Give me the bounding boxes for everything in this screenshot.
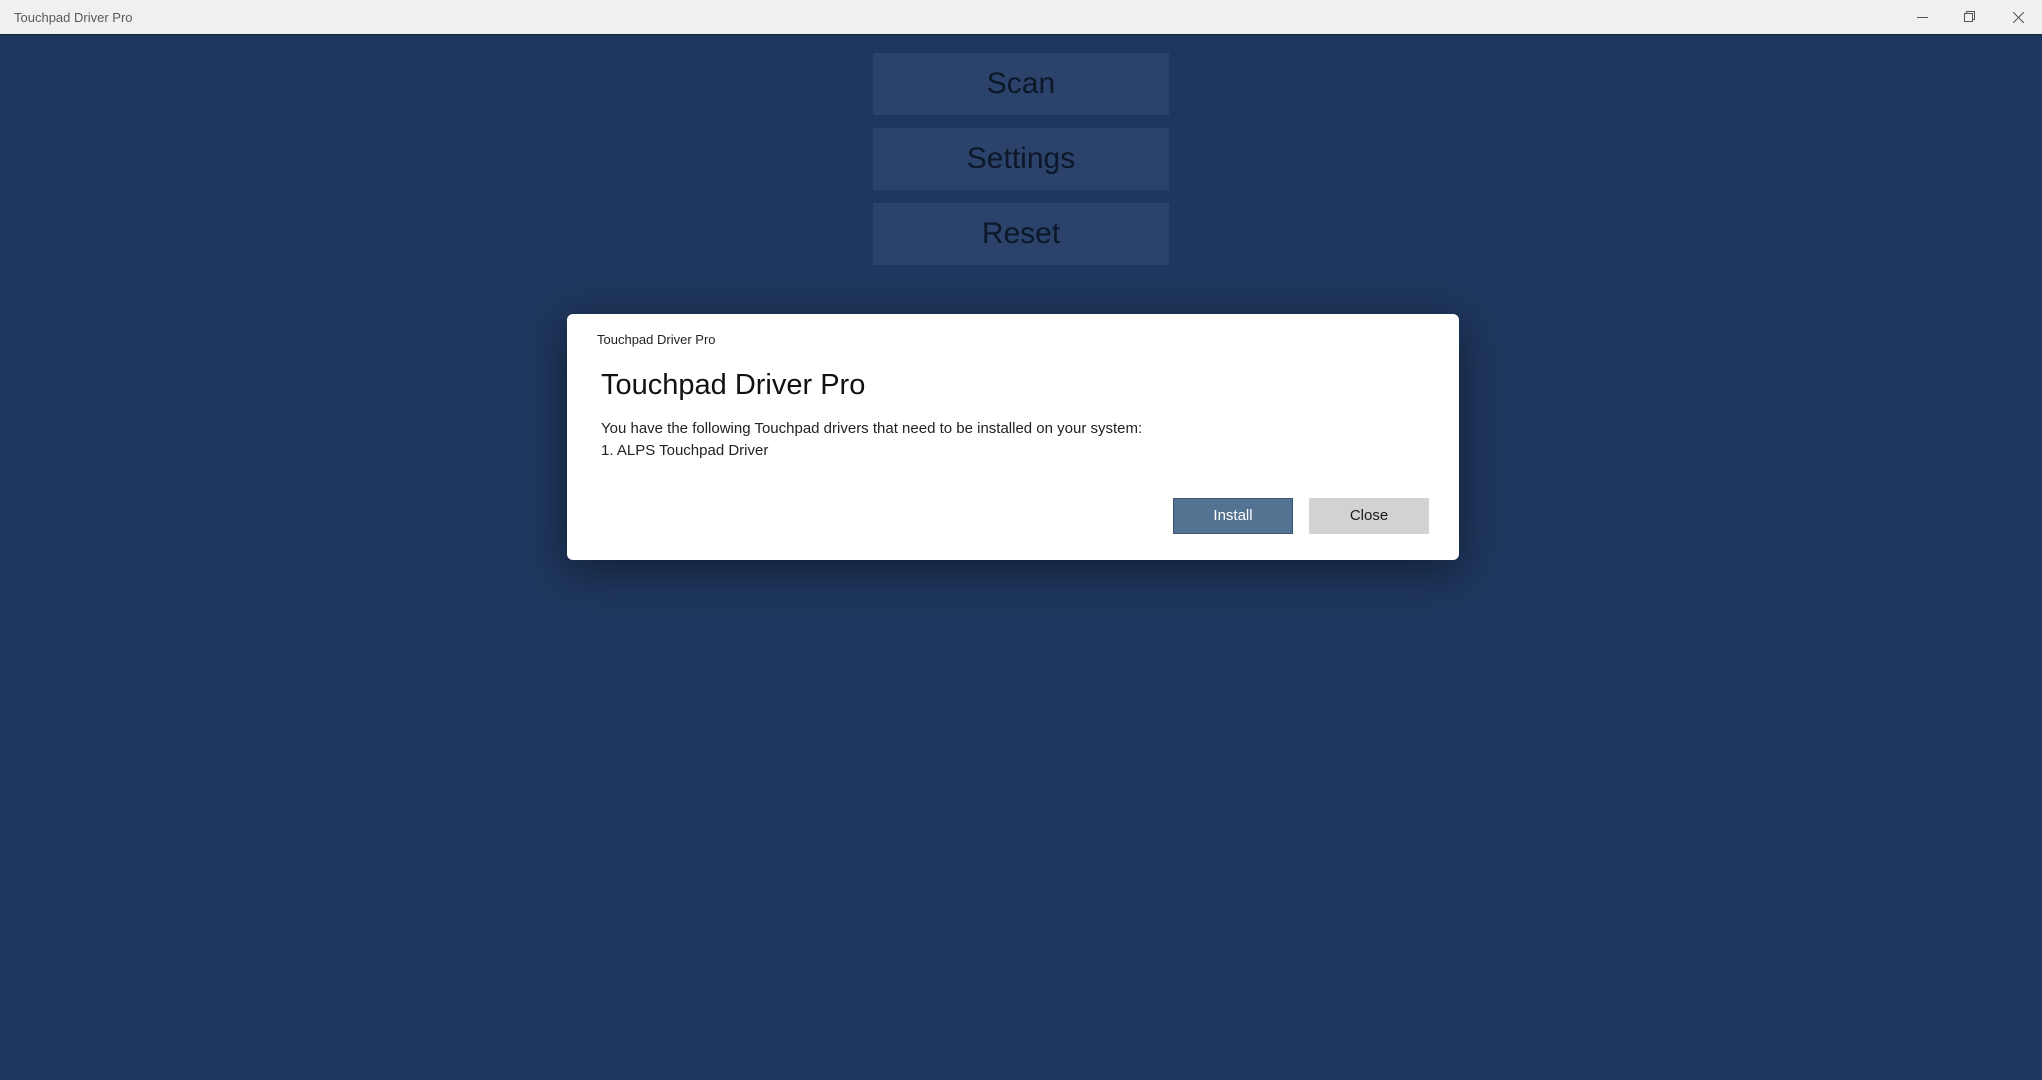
settings-button[interactable]: Settings [873, 128, 1169, 190]
close-window-button[interactable] [1994, 0, 2042, 34]
dialog-window-title: Touchpad Driver Pro [597, 332, 1429, 347]
install-button[interactable]: Install [1173, 498, 1293, 534]
dialog-body: You have the following Touchpad drivers … [601, 418, 1429, 462]
close-icon [2013, 12, 2024, 23]
window-title: Touchpad Driver Pro [14, 10, 133, 25]
close-button[interactable]: Close [1309, 498, 1429, 534]
titlebar: Touchpad Driver Pro [0, 0, 2042, 34]
dialog-body-intro: You have the following Touchpad drivers … [601, 418, 1429, 440]
scan-button[interactable]: Scan [873, 53, 1169, 115]
titlebar-controls [1898, 0, 2042, 34]
minimize-button[interactable] [1898, 0, 1946, 34]
dialog-buttons: Install Close [597, 498, 1429, 534]
maximize-button[interactable] [1946, 0, 1994, 34]
reset-button[interactable]: Reset [873, 203, 1169, 265]
main-content: Scan Settings Reset Touchpad Driver Pro … [0, 34, 2042, 1080]
dialog: Touchpad Driver Pro Touchpad Driver Pro … [567, 314, 1459, 560]
maximize-icon [1964, 11, 1976, 23]
dialog-heading: Touchpad Driver Pro [601, 369, 1429, 402]
minimize-icon [1917, 12, 1928, 23]
dialog-body-item: 1. ALPS Touchpad Driver [601, 440, 1429, 462]
